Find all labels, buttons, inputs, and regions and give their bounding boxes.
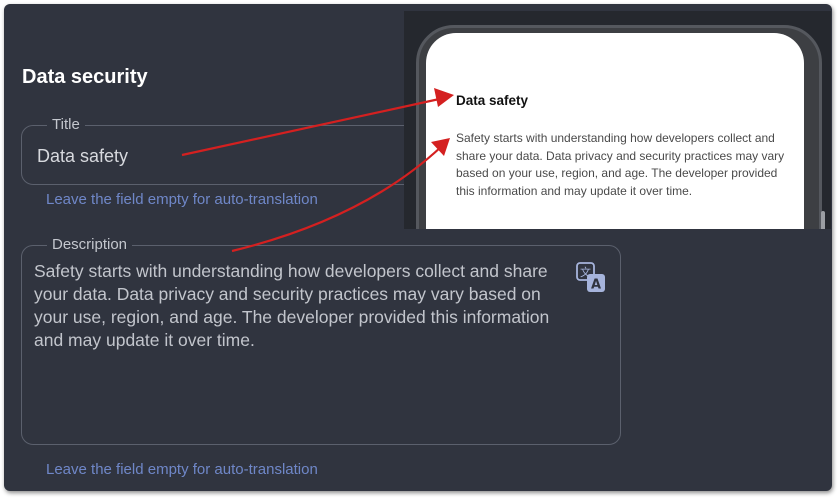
description-field[interactable]: Description Safety starts with understan… [21, 236, 621, 445]
title-hint: Leave the field empty for auto-translati… [46, 191, 318, 208]
phone-preview: Data safety Safety starts with understan… [404, 11, 831, 229]
title-field[interactable]: Title Data safety [21, 116, 423, 185]
preview-scrollbar[interactable] [821, 211, 825, 229]
description-textarea-value[interactable]: Safety starts with understanding how dev… [34, 260, 574, 352]
title-input-value[interactable]: Data safety [37, 146, 128, 167]
title-field-label: Title [47, 116, 85, 134]
data-security-panel: Data security Title Data safety Leave th… [4, 4, 832, 491]
preview-title: Data safety [456, 93, 529, 108]
description-hint: Leave the field empty for auto-translati… [46, 461, 318, 478]
preview-description: Safety starts with understanding how dev… [456, 131, 785, 198]
description-field-label: Description [47, 236, 133, 254]
svg-text:A: A [591, 278, 601, 293]
translate-icon[interactable]: 文 A [575, 262, 607, 294]
section-title: Data security [22, 66, 148, 88]
